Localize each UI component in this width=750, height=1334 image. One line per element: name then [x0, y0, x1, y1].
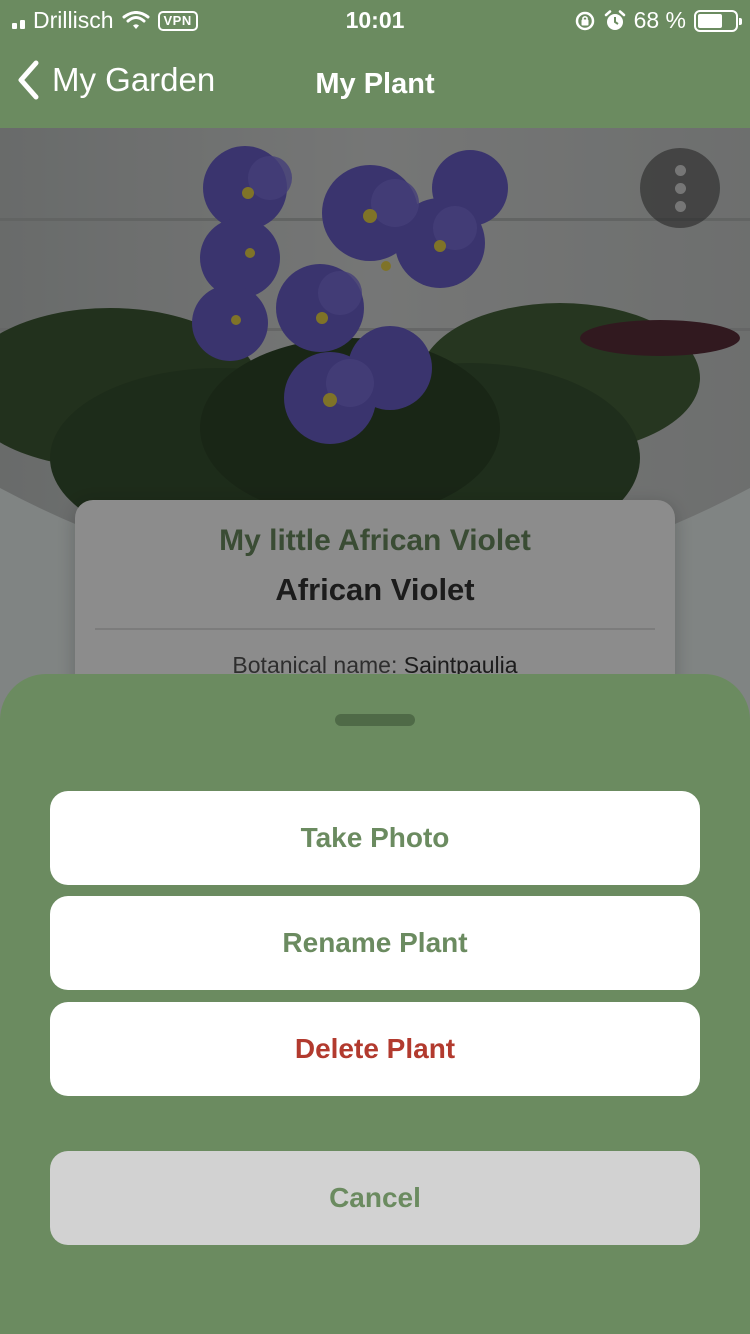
rename-plant-button[interactable]: Rename Plant	[50, 896, 700, 990]
battery-percent: 68 %	[633, 7, 686, 33]
alarm-icon	[604, 9, 625, 30]
sheet-grabber-handle[interactable]	[335, 714, 415, 726]
take-photo-button[interactable]: Take Photo	[50, 791, 700, 885]
top-bar: Drillisch VPN 10:01 68 % My Garden My Pl…	[0, 0, 750, 150]
status-right: 68 %	[574, 7, 742, 34]
status-bar: Drillisch VPN 10:01 68 %	[0, 0, 750, 150]
battery-icon	[694, 9, 742, 32]
page-title: My Plant	[315, 68, 435, 100]
delete-plant-button[interactable]: Delete Plant	[50, 1002, 700, 1096]
orientation-lock-icon	[575, 11, 594, 30]
navigation-bar: My Garden My Plant	[0, 52, 750, 116]
cancel-button[interactable]: Cancel	[50, 1151, 700, 1245]
action-sheet: Take Photo Rename Plant Delete Plant Can…	[0, 674, 750, 1334]
